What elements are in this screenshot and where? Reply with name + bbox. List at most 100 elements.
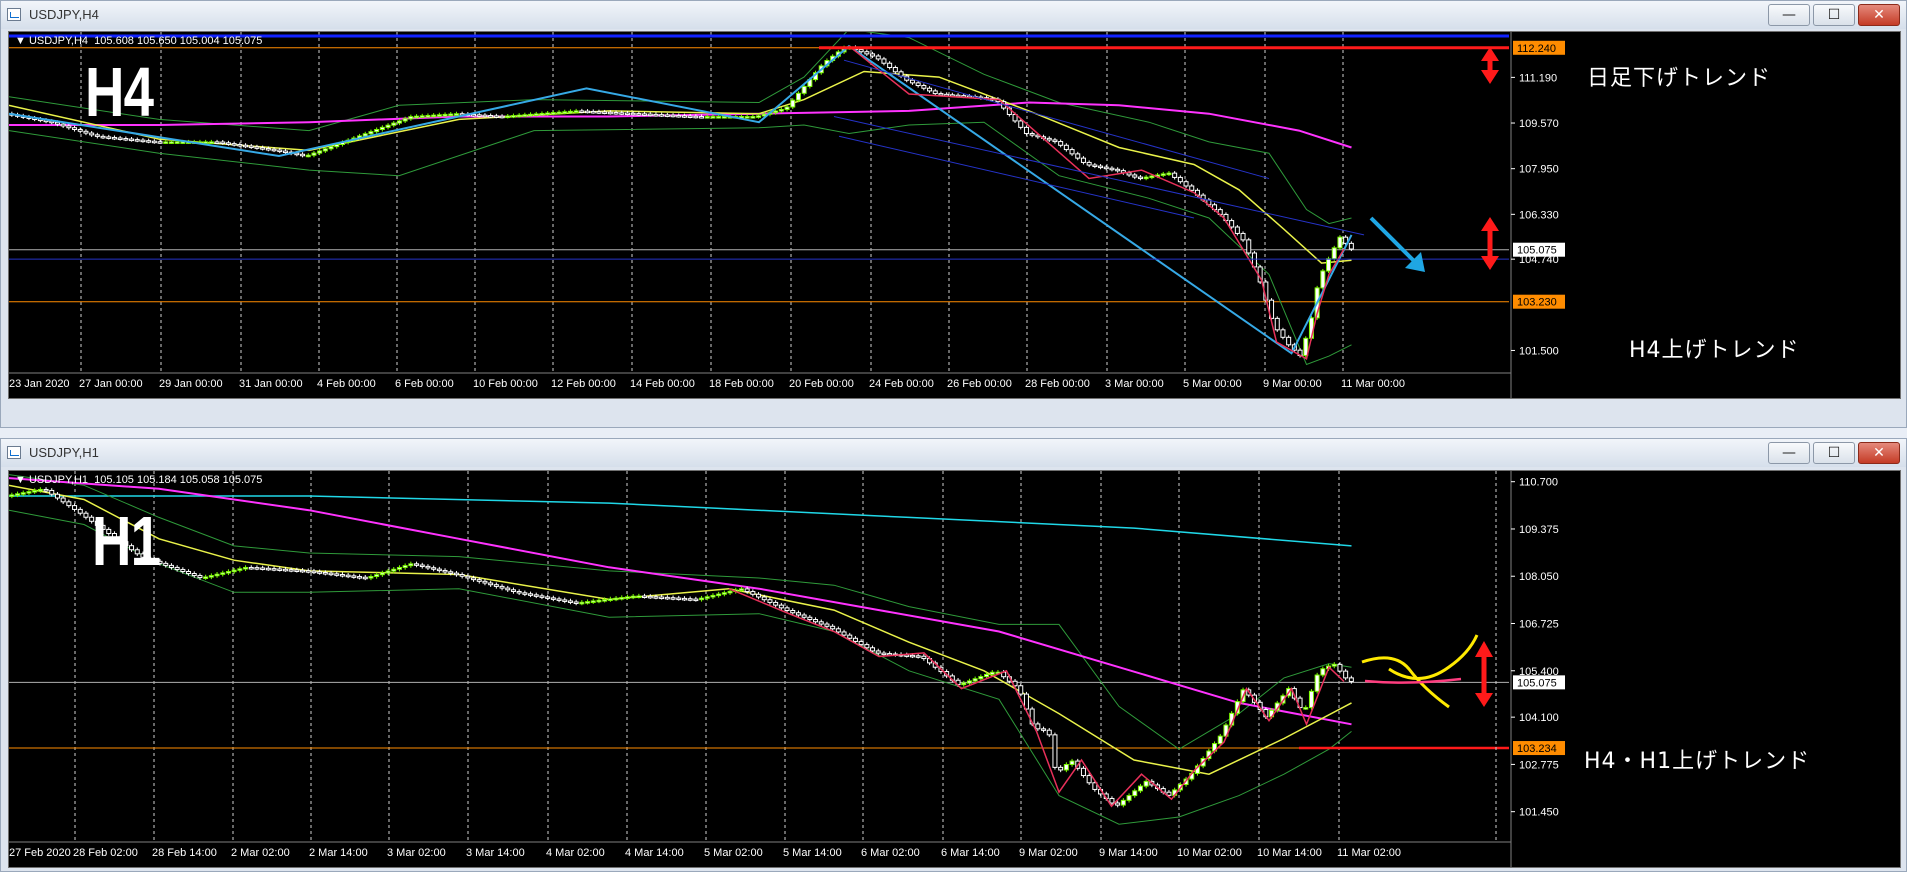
price-tick-label: 101.500 xyxy=(1519,345,1559,357)
candle-body xyxy=(186,570,192,575)
candle-body xyxy=(1246,239,1252,254)
candle-body xyxy=(322,571,328,575)
candle-body xyxy=(379,572,385,576)
candle-body xyxy=(260,147,266,150)
candle-body xyxy=(72,505,78,510)
ma-slow-line xyxy=(9,101,1352,149)
candle-body xyxy=(425,114,431,118)
candle-body xyxy=(379,126,385,131)
candle-body xyxy=(311,570,317,574)
minimize-button[interactable]: — xyxy=(1768,442,1810,464)
candle-body xyxy=(522,114,528,117)
forecast-up-curve xyxy=(1388,634,1479,680)
chart-window-h4[interactable]: USDJPY,H4 — ☐ ✕ 111.190 109.570 107.950 106… xyxy=(0,0,1907,428)
candle-body xyxy=(220,141,226,145)
candle-body xyxy=(1280,329,1286,338)
candle-body xyxy=(1348,242,1354,250)
candle-body xyxy=(642,113,648,116)
candle-body xyxy=(1143,176,1149,180)
candle-body xyxy=(738,588,744,591)
time-tick-label: 20 Feb 00:00 xyxy=(789,378,854,390)
price-tag-label: 103.230 xyxy=(1517,297,1557,309)
candle-body xyxy=(1063,144,1069,151)
close-button[interactable]: ✕ xyxy=(1858,442,1900,464)
close-icon: ✕ xyxy=(1873,445,1885,461)
price-tick-label: 108.050 xyxy=(1519,571,1559,583)
candle-body xyxy=(488,115,494,118)
time-tick-label: 10 Mar 14:00 xyxy=(1257,847,1322,859)
window-title: USDJPY,H1 xyxy=(29,445,99,460)
candle-body xyxy=(15,493,21,496)
triangle-down-icon[interactable]: ▼ xyxy=(15,35,26,47)
candle-body xyxy=(676,597,682,601)
candle-body xyxy=(499,585,505,589)
title-bar[interactable]: USDJPY,H1 — ☐ ✕ xyxy=(1,439,1906,467)
time-tick-label: 4 Feb 00:00 xyxy=(317,378,376,390)
candle-body xyxy=(1069,149,1075,155)
price-chart-h1[interactable]: 110.700109.375108.050106.725105.400104.1… xyxy=(9,471,1901,868)
candle-body xyxy=(909,654,915,658)
candle-body xyxy=(881,58,887,64)
annotation-downtrend: 日足下げトレンド xyxy=(1587,66,1772,91)
candle-body xyxy=(265,147,271,151)
price-tick-label: 107.950 xyxy=(1519,164,1559,176)
candle-body xyxy=(442,113,448,117)
chart-window-icon xyxy=(7,446,21,459)
time-tick-label: 6 Mar 14:00 xyxy=(941,847,1000,859)
candle-body xyxy=(471,113,477,117)
candle-body xyxy=(1103,166,1109,170)
candle-body xyxy=(425,565,431,569)
candle-body xyxy=(1331,247,1337,260)
candle-body xyxy=(1058,141,1064,146)
maximize-button[interactable]: ☐ xyxy=(1813,4,1855,26)
candle-body xyxy=(619,112,625,115)
candle-body xyxy=(334,144,340,148)
time-tick-label: 18 Feb 00:00 xyxy=(709,378,774,390)
candle-body xyxy=(1046,729,1052,736)
title-bar[interactable]: USDJPY,H4 — ☐ ✕ xyxy=(1,1,1906,29)
candle-body xyxy=(567,600,573,603)
candle-body xyxy=(146,140,152,143)
candle-body xyxy=(60,123,66,127)
candle-body xyxy=(1023,126,1029,135)
zigzag-line xyxy=(9,44,1353,355)
candle-body xyxy=(801,85,807,94)
candle-body xyxy=(271,148,277,152)
candle-body xyxy=(1337,663,1343,672)
candle-body xyxy=(493,584,499,587)
price-tick-label: 106.725 xyxy=(1519,619,1559,631)
candle-body xyxy=(225,142,231,145)
candle-body xyxy=(510,115,516,118)
time-tick-label: 4 Mar 14:00 xyxy=(625,847,684,859)
candle-body xyxy=(49,489,55,495)
candle-body xyxy=(1086,161,1092,166)
candle-body xyxy=(282,150,288,154)
candle-body xyxy=(1143,780,1149,787)
candle-body xyxy=(505,115,511,119)
chart-plot-area[interactable]: 110.700 109.375 108.050 106.725 105.400 104.1… xyxy=(8,470,1901,868)
candle-body xyxy=(887,62,893,69)
candle-body xyxy=(1343,670,1349,679)
triangle-down-icon[interactable]: ▼ xyxy=(15,474,26,486)
bollinger-lower-line xyxy=(9,121,1352,366)
candle-body xyxy=(1348,677,1354,682)
candle-body xyxy=(328,146,334,150)
minimize-button[interactable]: — xyxy=(1768,4,1810,26)
candle-body xyxy=(835,628,841,633)
maximize-button[interactable]: ☐ xyxy=(1813,442,1855,464)
candle-body xyxy=(659,596,665,600)
candle-body xyxy=(613,597,619,601)
close-button[interactable]: ✕ xyxy=(1858,4,1900,26)
candle-body xyxy=(1320,668,1326,676)
candle-body xyxy=(938,93,944,96)
chart-window-h1[interactable]: USDJPY,H1 — ☐ ✕ 110.700 109.375 108.050 106… xyxy=(0,438,1907,872)
candle-body xyxy=(254,146,260,149)
candle-body xyxy=(647,113,653,117)
time-tick-label: 4 Mar 02:00 xyxy=(546,847,605,859)
candle-body xyxy=(1132,174,1138,178)
chart-plot-area[interactable]: 111.190 109.570 107.950 106.330 104.740 101.5… xyxy=(8,31,1901,399)
candle-body xyxy=(522,592,528,595)
candle-body xyxy=(1149,175,1155,179)
candle-body xyxy=(870,53,876,57)
candle-body xyxy=(533,113,539,116)
